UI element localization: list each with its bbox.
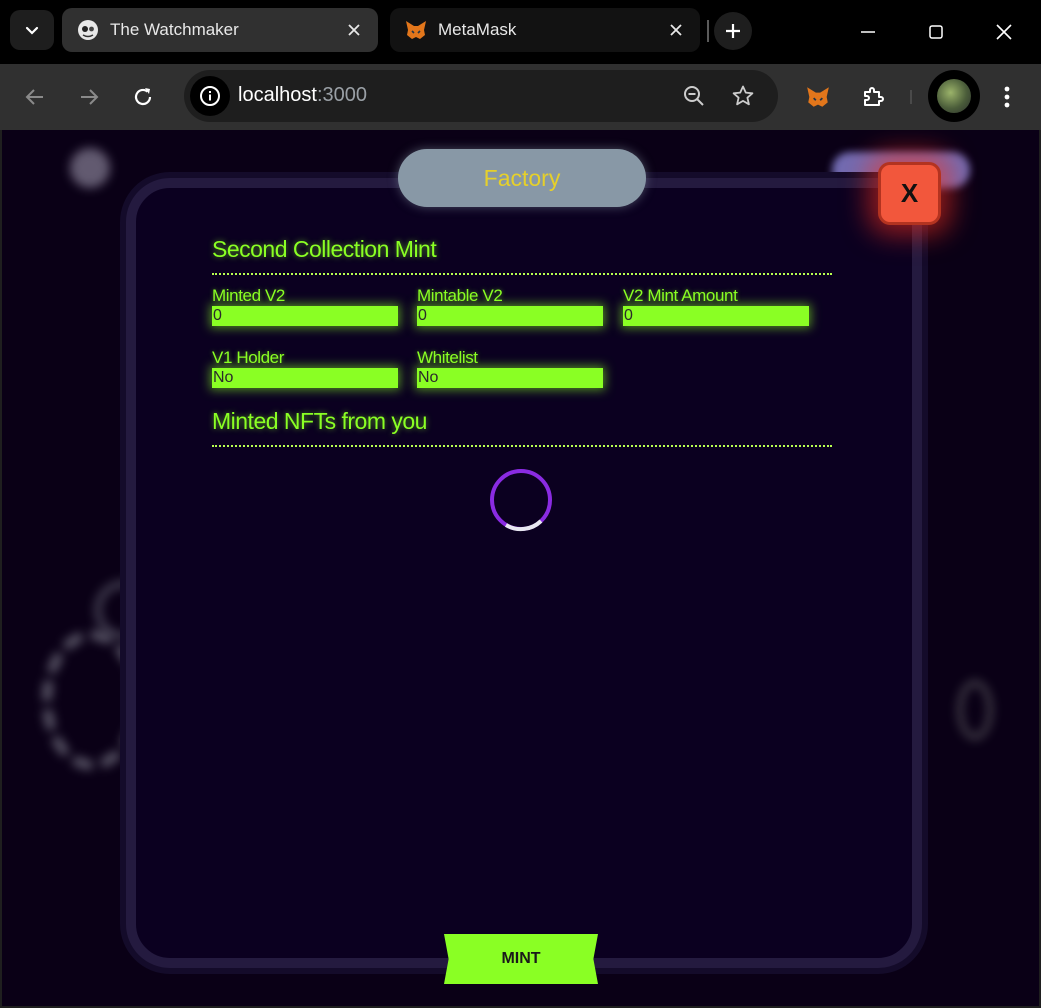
field-label-v2-mint-amount: V2 Mint Amount	[623, 286, 738, 305]
mint-button[interactable]: MINT	[444, 934, 598, 984]
minimize-icon	[861, 31, 875, 33]
more-vertical-icon	[1004, 86, 1010, 108]
metamask-extension-button[interactable]	[798, 77, 838, 117]
factory-tab-header: Factory	[398, 149, 646, 207]
section-title-minted-nfts: Minted NFTs from you	[212, 408, 427, 434]
field-value-v1-holder: No	[212, 368, 398, 388]
page-viewport: Factory X Second Collection Mint Minted …	[2, 130, 1039, 1006]
tab-the-watchmaker[interactable]: The Watchmaker	[62, 8, 378, 52]
maximize-button[interactable]	[902, 0, 970, 64]
zoom-out-icon	[684, 86, 704, 106]
field-label-v1-holder: V1 Holder	[212, 348, 284, 367]
arrow-right-icon	[81, 89, 99, 105]
field-value-v2-mint-amount: 0	[623, 306, 809, 326]
profile-button[interactable]	[928, 70, 980, 122]
close-icon[interactable]	[344, 20, 364, 40]
url-text: localhost:3000	[238, 84, 367, 107]
star-icon	[732, 85, 754, 106]
minimize-button[interactable]	[834, 0, 902, 64]
close-icon[interactable]	[666, 20, 686, 40]
close-modal-button[interactable]: X	[878, 162, 941, 225]
loading-spinner-icon	[490, 469, 552, 532]
close-window-button[interactable]	[970, 0, 1038, 64]
puzzle-icon	[864, 87, 884, 106]
plus-icon	[726, 24, 740, 38]
metamask-fox-icon	[807, 87, 829, 107]
watchmaker-favicon-icon	[76, 18, 100, 42]
tab-metamask[interactable]: MetaMask	[390, 8, 700, 52]
extensions-button[interactable]	[853, 77, 893, 117]
site-info-button[interactable]	[190, 76, 230, 116]
background-key-decoration	[957, 680, 993, 740]
tab-separator	[707, 20, 709, 42]
field-value-minted-v2: 0	[212, 306, 398, 326]
maximize-icon	[929, 25, 943, 39]
reload-icon	[134, 88, 152, 106]
chevron-down-icon	[25, 26, 39, 35]
browser-tab-strip: The Watchmaker MetaMask	[0, 0, 1041, 64]
field-label-whitelist: Whitelist	[417, 348, 478, 367]
back-button[interactable]	[15, 77, 55, 117]
field-value-mintable-v2: 0	[417, 306, 603, 326]
toolbar-separator	[910, 90, 912, 104]
bookmark-button[interactable]	[729, 82, 757, 110]
browser-menu-button[interactable]	[987, 77, 1027, 117]
tab-search-button[interactable]	[10, 10, 54, 50]
section-divider	[212, 273, 832, 275]
section-divider	[212, 445, 832, 447]
close-icon	[996, 24, 1012, 40]
zoom-button[interactable]	[680, 82, 708, 110]
browser-toolbar: localhost:3000	[0, 64, 1041, 130]
reload-button[interactable]	[123, 77, 163, 117]
section-title-second-collection-mint: Second Collection Mint	[212, 236, 437, 262]
tab-title: MetaMask	[438, 20, 517, 39]
arrow-left-icon	[25, 89, 43, 105]
address-bar[interactable]: localhost:3000	[184, 70, 778, 122]
background-decoration	[70, 148, 110, 188]
url-host: localhost	[238, 84, 317, 106]
field-label-minted-v2: Minted V2	[212, 286, 285, 305]
avatar	[937, 79, 971, 113]
metamask-fox-icon	[404, 18, 428, 42]
tab-title: The Watchmaker	[110, 20, 239, 39]
field-label-mintable-v2: Mintable V2	[417, 286, 503, 305]
info-icon	[200, 86, 220, 106]
field-value-whitelist: No	[417, 368, 603, 388]
new-tab-button[interactable]	[714, 12, 752, 50]
url-port: :3000	[316, 84, 367, 106]
forward-button[interactable]	[69, 77, 109, 117]
